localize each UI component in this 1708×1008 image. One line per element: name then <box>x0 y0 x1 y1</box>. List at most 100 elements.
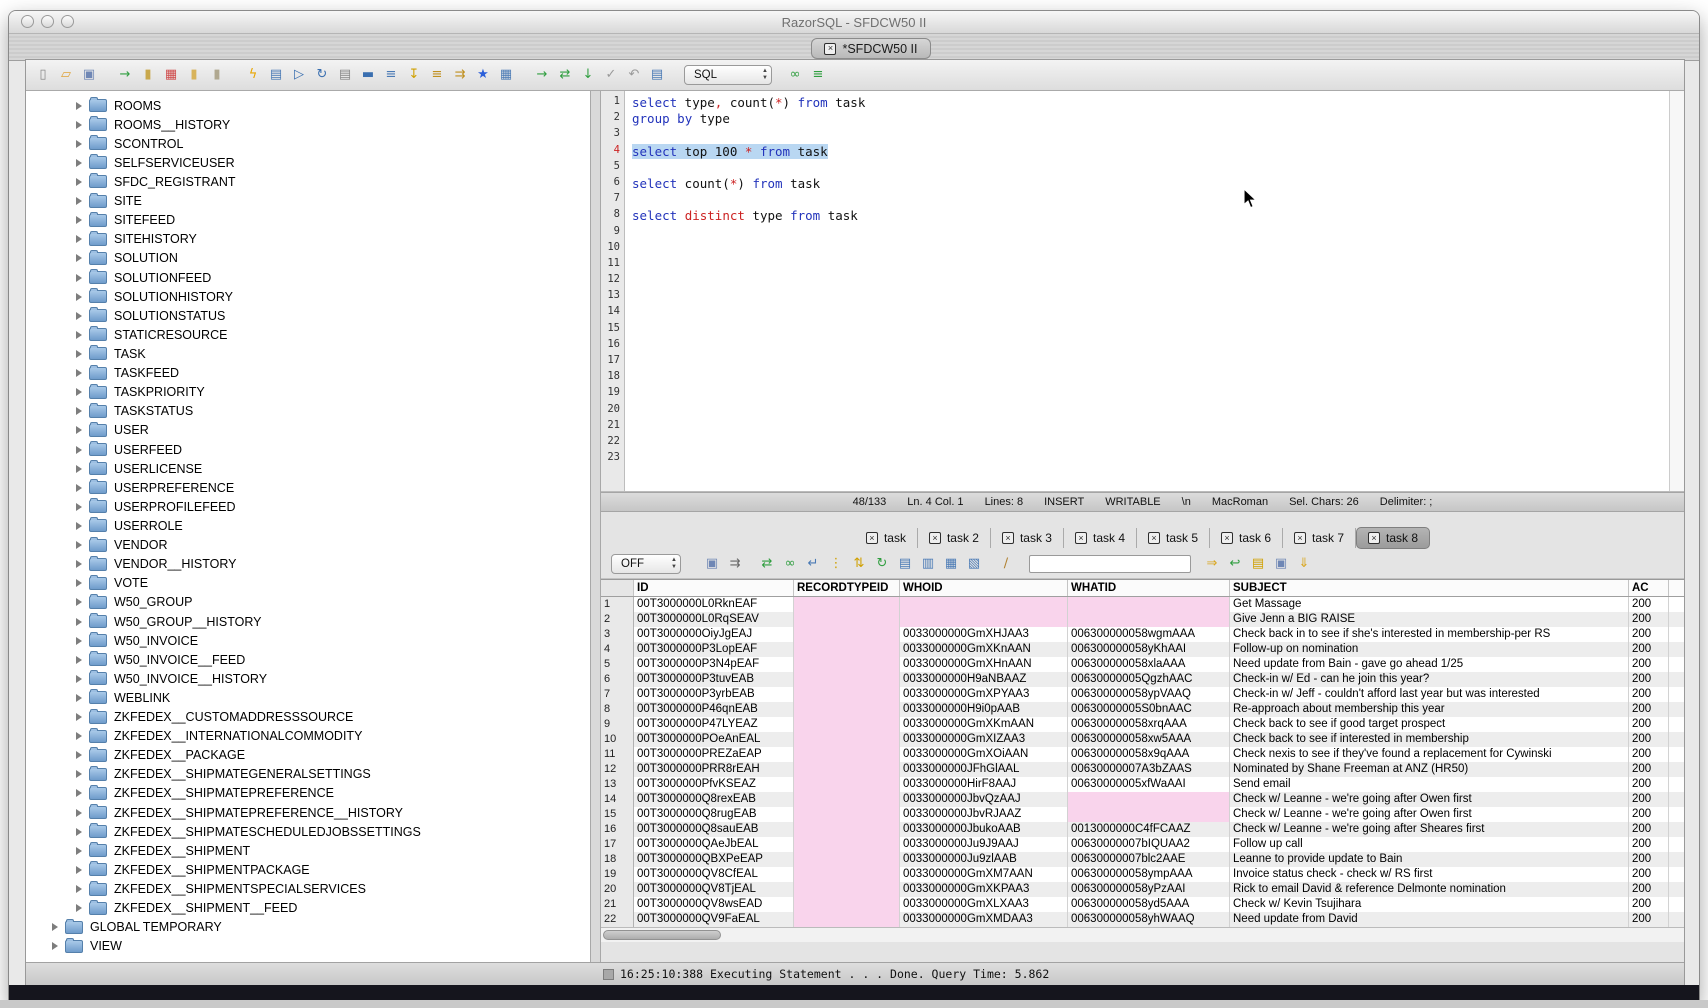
cell-recordtypeid[interactable] <box>794 837 900 852</box>
tree-item-zkfedex-internationalcommodity[interactable]: ZKFEDEX__INTERNATIONALCOMMODITY <box>26 727 590 746</box>
copy-with-headers-icon[interactable]: ▧ <box>965 555 983 573</box>
cell-ac[interactable]: 200 <box>1629 642 1669 657</box>
expand-icon[interactable] <box>76 274 82 282</box>
expand-icon[interactable] <box>76 637 82 645</box>
cell-ac[interactable]: 200 <box>1629 912 1669 927</box>
tab-close-icon[interactable]: × <box>824 43 836 55</box>
expand-icon[interactable] <box>76 216 82 224</box>
highlight-icon[interactable]: ∕ <box>997 555 1015 573</box>
expand-icon[interactable] <box>52 923 58 931</box>
expand-icon[interactable] <box>76 541 82 549</box>
tree-item-selfserviceuser[interactable]: SELFSERVICEUSER <box>26 153 590 172</box>
column-header-whoid[interactable]: WHOID <box>900 580 1068 596</box>
close-window-icon[interactable] <box>21 15 34 28</box>
cell-recordtypeid[interactable] <box>794 852 900 867</box>
cell-subject[interactable]: Check w/ Kevin Tsujihara <box>1230 897 1629 912</box>
tree-item-w50-invoice-history[interactable]: W50_INVOICE__HISTORY <box>26 669 590 688</box>
expand-icon[interactable] <box>76 522 82 530</box>
cell-ac[interactable]: 200 <box>1629 867 1669 882</box>
cell-whoid[interactable]: 0033000000JbukoAAB <box>900 822 1068 837</box>
split-handle[interactable] <box>591 91 601 962</box>
cell-subject[interactable]: Invoice status check - check w/ RS first <box>1230 867 1629 882</box>
cell-whatid[interactable] <box>1068 792 1230 807</box>
expand-icon[interactable] <box>76 598 82 606</box>
expand-icon[interactable] <box>76 770 82 778</box>
column-header-rownum[interactable] <box>601 580 634 596</box>
reconnect-icon[interactable]: ⇄ <box>556 66 574 84</box>
cell-recordtypeid[interactable] <box>794 672 900 687</box>
cell-id[interactable]: 00T3000000QAeJbEAL <box>634 837 794 852</box>
cell-whatid[interactable]: 006300000058xlaAAA <box>1068 657 1230 672</box>
cell-whatid[interactable] <box>1068 612 1230 627</box>
result-tab-task-7[interactable]: ×task 7 <box>1283 528 1356 548</box>
cell-subject[interactable]: Check back to see if good target prospec… <box>1230 717 1629 732</box>
cell-whoid[interactable]: 0033000000H9i0pAAB <box>900 702 1068 717</box>
log-view-icon[interactable]: ▤ <box>648 66 666 84</box>
tree-view-icon[interactable]: ⋮ <box>827 555 845 573</box>
cell-recordtypeid[interactable] <box>794 897 900 912</box>
row-number[interactable]: 20 <box>601 882 634 897</box>
table-row[interactable]: 1300T3000000PfvKSEAZ0033000000HirF8AAJ00… <box>601 777 1684 792</box>
cell-ac[interactable]: 200 <box>1629 807 1669 822</box>
expand-icon[interactable] <box>76 560 82 568</box>
cell-id[interactable]: 00T3000000OiyJgEAJ <box>634 627 794 642</box>
cell-id[interactable]: 00T3000000P3LopEAF <box>634 642 794 657</box>
cell-recordtypeid[interactable] <box>794 627 900 642</box>
cell-whatid[interactable]: 00630000005QgzhAAC <box>1068 672 1230 687</box>
tree-item-vendor-history[interactable]: VENDOR__HISTORY <box>26 555 590 574</box>
expand-icon[interactable] <box>76 159 82 167</box>
hscroll-thumb[interactable] <box>603 930 721 940</box>
cell-subject[interactable]: Follow up call <box>1230 837 1629 852</box>
table-row[interactable]: 200T3000000L0RqSEAVGive Jenn a BIG RAISE… <box>601 612 1684 627</box>
describe-table-icon[interactable]: ▤ <box>267 66 285 84</box>
cell-subject[interactable]: Need update from Bain - gave go ahead 1/… <box>1230 657 1629 672</box>
table-row[interactable]: 300T3000000OiyJgEAJ0033000000GmXHJAA3006… <box>601 627 1684 642</box>
cell-whatid[interactable]: 006300000058xw5AAA <box>1068 732 1230 747</box>
expand-icon[interactable] <box>76 369 82 377</box>
cell-recordtypeid[interactable] <box>794 732 900 747</box>
cell-subject[interactable]: Check back to see if interested in membe… <box>1230 732 1629 747</box>
results-window-icon[interactable]: ≡ <box>809 66 827 84</box>
expand-icon[interactable] <box>76 312 82 320</box>
new-file-icon[interactable]: ▯ <box>34 66 52 84</box>
tree-item-vote[interactable]: VOTE <box>26 574 590 593</box>
table-row[interactable]: 800T3000000P46qnEAB0033000000H9i0pAAB006… <box>601 702 1684 717</box>
row-number[interactable]: 1 <box>601 597 634 612</box>
minimize-window-icon[interactable] <box>41 15 54 28</box>
cell-id[interactable]: 00T3000000QV8wsEAD <box>634 897 794 912</box>
cell-whoid[interactable]: 0033000000JbvQzAAJ <box>900 792 1068 807</box>
cell-whoid[interactable]: 0033000000GmXMDAA3 <box>900 912 1068 927</box>
cell-ac[interactable]: 200 <box>1629 852 1669 867</box>
tree-item-task[interactable]: TASK <box>26 344 590 363</box>
expand-icon[interactable] <box>76 388 82 396</box>
cell-ac[interactable]: 200 <box>1629 897 1669 912</box>
reload-query-icon[interactable]: ↻ <box>873 555 891 573</box>
cell-subject[interactable]: Rick to email David & reference Delmonte… <box>1230 882 1629 897</box>
expand-icon[interactable] <box>76 446 82 454</box>
cell-recordtypeid[interactable] <box>794 717 900 732</box>
edit-results-toggle-icon[interactable]: ▤ <box>336 66 354 84</box>
table-row[interactable]: 1600T3000000Q8sauEAB0033000000JbukoAAB00… <box>601 822 1684 837</box>
cell-ac[interactable]: 200 <box>1629 672 1669 687</box>
cell-id[interactable]: 00T3000000L0RknEAF <box>634 597 794 612</box>
cell-whatid[interactable]: 006300000058ypVAAQ <box>1068 687 1230 702</box>
tree-item-vendor[interactable]: VENDOR <box>26 536 590 555</box>
table-row[interactable]: 1500T3000000Q8rugEAB0033000000JbvRJAAZCh… <box>601 807 1684 822</box>
table-row[interactable]: 700T3000000P3yrbEAB0033000000GmXPYAA3006… <box>601 687 1684 702</box>
cell-recordtypeid[interactable] <box>794 822 900 837</box>
cell-recordtypeid[interactable] <box>794 777 900 792</box>
tab-close-icon[interactable]: × <box>1148 532 1160 544</box>
column-header-subject[interactable]: SUBJECT <box>1230 580 1629 596</box>
row-number[interactable]: 22 <box>601 912 634 927</box>
tree-item-taskfeed[interactable]: TASKFEED <box>26 364 590 383</box>
expand-icon[interactable] <box>76 866 82 874</box>
cell-whoid[interactable]: 0033000000GmXHJAA3 <box>900 627 1068 642</box>
save-results-icon[interactable]: ▣ <box>703 555 721 573</box>
view-results-icon[interactable]: ∞ <box>786 66 804 84</box>
expand-icon[interactable] <box>76 178 82 186</box>
sql-editor[interactable]: 1234567891011121314151617181920212223 se… <box>601 91 1684 492</box>
row-number[interactable]: 5 <box>601 657 634 672</box>
expand-icon[interactable] <box>76 751 82 759</box>
expand-icon[interactable] <box>76 694 82 702</box>
expand-icon[interactable] <box>76 503 82 511</box>
